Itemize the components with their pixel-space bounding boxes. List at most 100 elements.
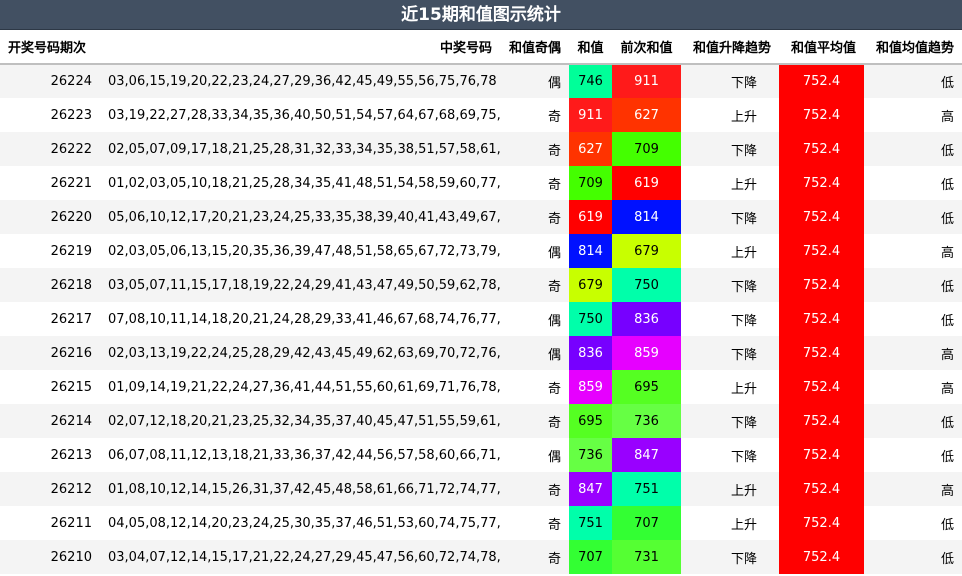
table-row[interactable]: 26222 02,05,07,09,17,18,21,25,28,31,32,33… [0,132,962,166]
table-row[interactable]: 26218 03,05,07,11,15,17,18,19,22,24,29,41… [0,268,962,302]
cell-prev-sum: 731 [612,540,681,574]
cell-prev-sum: 859 [612,336,681,370]
cell-numbers: 02,05,07,09,17,18,21,25,28,31,32,33,34,3… [100,132,500,166]
cell-avg: 752.4 [779,472,864,506]
cell-issue: 26213 [0,438,100,472]
cell-issue: 26214 [0,404,100,438]
cell-avg-trend: 高 [864,336,962,370]
cell-parity: 奇 [500,268,569,302]
cell-prev-sum: 709 [612,132,681,166]
table-row[interactable]: 26216 02,03,13,19,22,24,25,28,29,42,43,45… [0,336,962,370]
cell-trend: 上升 [681,166,779,200]
cell-trend: 下降 [681,336,779,370]
cell-prev-sum: 750 [612,268,681,302]
cell-avg-trend: 低 [864,64,962,98]
cell-avg: 752.4 [779,438,864,472]
cell-issue: 26221 [0,166,100,200]
header-parity[interactable]: 和值奇偶 [500,30,569,65]
cell-numbers: 02,03,13,19,22,24,25,28,29,42,43,45,49,6… [100,336,500,370]
cell-numbers: 03,06,15,19,20,22,23,24,27,29,36,42,45,4… [100,64,500,98]
cell-avg-trend: 低 [864,200,962,234]
cell-sum: 911 [569,98,612,132]
table-row[interactable]: 26212 01,08,10,12,14,15,26,31,37,42,45,48… [0,472,962,506]
cell-avg-trend: 高 [864,472,962,506]
cell-sum: 707 [569,540,612,574]
cell-avg: 752.4 [779,506,864,540]
cell-issue: 26210 [0,540,100,574]
cell-prev-sum: 814 [612,200,681,234]
table-row[interactable]: 26224 03,06,15,19,20,22,23,24,27,29,36,42… [0,64,962,98]
table-row[interactable]: 26214 02,07,12,18,20,21,23,25,32,34,35,37… [0,404,962,438]
cell-sum: 746 [569,64,612,98]
header-trend[interactable]: 和值升降趋势 [681,30,779,65]
cell-sum: 750 [569,302,612,336]
header-sum[interactable]: 和值 [569,30,612,65]
cell-trend: 下降 [681,200,779,234]
cell-trend: 上升 [681,98,779,132]
cell-numbers: 01,09,14,19,21,22,24,27,36,41,44,51,55,6… [100,370,500,404]
header-avg-trend[interactable]: 和值均值趋势 [864,30,962,65]
header-numbers[interactable]: 中奖号码 [100,30,500,65]
cell-issue: 26219 [0,234,100,268]
cell-numbers: 07,08,10,11,14,18,20,21,24,28,29,33,41,4… [100,302,500,336]
cell-parity: 奇 [500,132,569,166]
cell-issue: 26224 [0,64,100,98]
sum-statistics-table: 开奖号码期次 中奖号码 和值奇偶 和值 前次和值 和值升降趋势 和值平均值 和值… [0,30,962,574]
cell-trend: 下降 [681,438,779,472]
cell-parity: 偶 [500,64,569,98]
table-row[interactable]: 26223 03,19,22,27,28,33,34,35,36,40,50,51… [0,98,962,132]
cell-trend: 上升 [681,472,779,506]
cell-sum: 836 [569,336,612,370]
cell-parity: 奇 [500,404,569,438]
cell-prev-sum: 847 [612,438,681,472]
cell-issue: 26218 [0,268,100,302]
cell-numbers: 02,03,05,06,13,15,20,35,36,39,47,48,51,5… [100,234,500,268]
cell-avg-trend: 低 [864,438,962,472]
table-row[interactable]: 26217 07,08,10,11,14,18,20,21,24,28,29,33… [0,302,962,336]
cell-avg: 752.4 [779,132,864,166]
cell-avg: 752.4 [779,540,864,574]
cell-trend: 上升 [681,506,779,540]
cell-avg: 752.4 [779,336,864,370]
cell-prev-sum: 911 [612,64,681,98]
cell-numbers: 03,05,07,11,15,17,18,19,22,24,29,41,43,4… [100,268,500,302]
cell-sum: 627 [569,132,612,166]
header-issue[interactable]: 开奖号码期次 [0,30,100,65]
table-row[interactable]: 26220 05,06,10,12,17,20,21,23,24,25,33,35… [0,200,962,234]
cell-parity: 奇 [500,472,569,506]
cell-avg: 752.4 [779,234,864,268]
cell-numbers: 04,05,08,12,14,20,23,24,25,30,35,37,46,5… [100,506,500,540]
cell-numbers: 01,02,03,05,10,18,21,25,28,34,35,41,48,5… [100,166,500,200]
cell-numbers: 03,19,22,27,28,33,34,35,36,40,50,51,54,5… [100,98,500,132]
header-avg[interactable]: 和值平均值 [779,30,864,65]
table-row[interactable]: 26213 06,07,08,11,12,13,18,21,33,36,37,42… [0,438,962,472]
cell-avg: 752.4 [779,64,864,98]
header-prev-sum[interactable]: 前次和值 [612,30,681,65]
cell-avg: 752.4 [779,302,864,336]
table-row[interactable]: 26215 01,09,14,19,21,22,24,27,36,41,44,51… [0,370,962,404]
cell-parity: 奇 [500,506,569,540]
cell-sum: 679 [569,268,612,302]
page-title: 近15期和值图示统计 [0,0,962,30]
cell-sum: 695 [569,404,612,438]
table-row[interactable]: 26219 02,03,05,06,13,15,20,35,36,39,47,48… [0,234,962,268]
cell-sum: 814 [569,234,612,268]
cell-parity: 奇 [500,200,569,234]
cell-parity: 奇 [500,540,569,574]
cell-trend: 下降 [681,64,779,98]
table-header-row: 开奖号码期次 中奖号码 和值奇偶 和值 前次和值 和值升降趋势 和值平均值 和值… [0,30,962,65]
cell-trend: 下降 [681,302,779,336]
cell-avg: 752.4 [779,200,864,234]
cell-avg-trend: 低 [864,540,962,574]
cell-avg: 752.4 [779,268,864,302]
cell-sum: 847 [569,472,612,506]
cell-numbers: 05,06,10,12,17,20,21,23,24,25,33,35,38,3… [100,200,500,234]
table-row[interactable]: 26210 03,04,07,12,14,15,17,21,22,24,27,29… [0,540,962,574]
table-row[interactable]: 26221 01,02,03,05,10,18,21,25,28,34,35,41… [0,166,962,200]
cell-parity: 偶 [500,336,569,370]
cell-sum: 859 [569,370,612,404]
cell-avg: 752.4 [779,370,864,404]
table-row[interactable]: 26211 04,05,08,12,14,20,23,24,25,30,35,37… [0,506,962,540]
cell-parity: 奇 [500,166,569,200]
cell-parity: 偶 [500,234,569,268]
